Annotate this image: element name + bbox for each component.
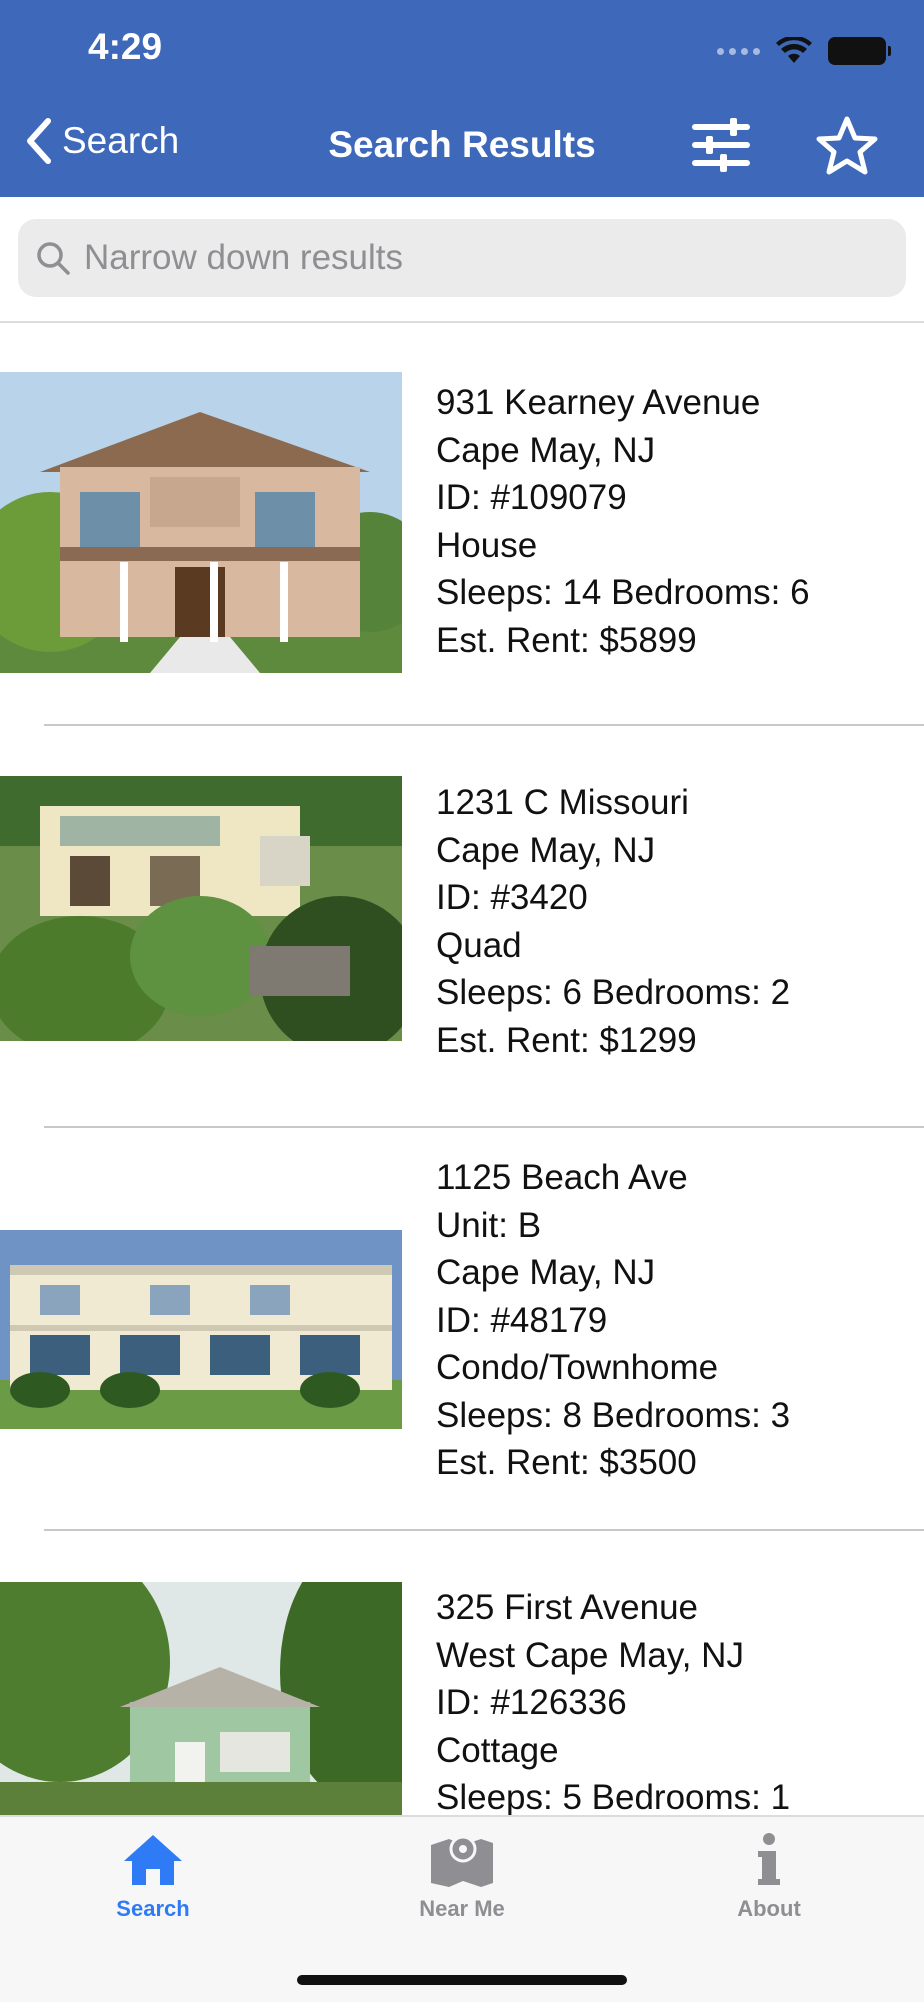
listing-sleeps-bedrooms: Sleeps: 5 Bedrooms: 1 (436, 1778, 791, 1815)
back-button-label: Search (62, 120, 180, 161)
search-icon (37, 242, 70, 275)
property-photo (0, 776, 402, 1041)
tab-search-label: Search (116, 1896, 190, 1921)
tab-about[interactable]: About (669, 1831, 869, 1922)
listing-details: 931 Kearney Avenue Cape May, NJ ID: #109… (436, 379, 810, 664)
tab-bar: Search Near Me About (0, 1815, 924, 2002)
listing-type: Quad (436, 925, 522, 965)
listing-address: 1125 Beach Ave (436, 1158, 688, 1197)
listing-id: ID: #48179 (436, 1300, 608, 1340)
listing-id: ID: #126336 (436, 1683, 627, 1722)
tab-search[interactable]: Search (53, 1831, 253, 1922)
navigation-header: 4:29 Search Search Results (0, 0, 924, 197)
listing-address: 325 First Avenue (436, 1588, 699, 1627)
tab-near-me[interactable]: Near Me (362, 1831, 562, 1922)
status-time: 4:29 (88, 26, 163, 67)
info-icon (758, 1833, 780, 1885)
listing-address: 931 Kearney Avenue (436, 383, 761, 422)
status-icons (717, 34, 891, 68)
list-item[interactable]: 1231 C Missouri Cape May, NJ ID: #3420 Q… (0, 726, 924, 1128)
listing-sleeps-bedrooms: Sleeps: 6 Bedrooms: 2 (436, 973, 791, 1012)
list-item[interactable]: 325 First Avenue West Cape May, NJ ID: #… (0, 1531, 924, 1815)
listing-type: Condo/Townhome (436, 1348, 719, 1387)
battery-icon (828, 37, 891, 65)
listing-details: 325 First Avenue West Cape May, NJ ID: #… (436, 1584, 790, 1815)
chevron-left-icon (27, 118, 51, 164)
listing-rent: Est. Rent: $3500 (436, 1443, 697, 1482)
listing-details: 1125 Beach Ave Unit: B Cape May, NJ ID: … (436, 1154, 790, 1487)
listing-rent: Est. Rent: $5899 (436, 620, 697, 660)
home-indicator (297, 1975, 627, 1985)
listing-city: Cape May, NJ (436, 1253, 656, 1292)
wifi-icon (776, 37, 812, 63)
listing-id: ID: #3420 (436, 878, 588, 917)
property-photo (0, 372, 402, 673)
star-icon (816, 116, 878, 175)
results-list[interactable]: 931 Kearney Avenue Cape May, NJ ID: #109… (0, 323, 924, 1815)
listing-city: West Cape May, NJ (436, 1635, 744, 1675)
search-input[interactable] (82, 237, 866, 279)
listing-type: House (436, 525, 538, 565)
listing-city: Cape May, NJ (436, 430, 656, 470)
tab-near-me-label: Near Me (419, 1896, 505, 1921)
listing-type: Cottage (436, 1730, 559, 1770)
page-title: Search Results (328, 124, 596, 165)
sliders-icon (692, 118, 750, 172)
signal-icon (717, 47, 760, 55)
listing-unit: Unit: B (436, 1205, 542, 1245)
home-icon (124, 1835, 182, 1885)
listing-city: Cape May, NJ (436, 830, 656, 870)
search-field[interactable] (18, 219, 906, 297)
map-pin-icon (431, 1835, 493, 1887)
back-button[interactable]: Search (26, 118, 179, 164)
listing-sleeps-bedrooms: Sleeps: 14 Bedrooms: 6 (436, 573, 810, 612)
filter-button[interactable] (690, 118, 752, 172)
favorites-button[interactable] (815, 115, 879, 177)
list-item[interactable]: 1125 Beach Ave Unit: B Cape May, NJ ID: … (0, 1128, 924, 1530)
property-photo (0, 1582, 402, 1815)
search-bar-container (0, 197, 924, 323)
list-item[interactable]: 931 Kearney Avenue Cape May, NJ ID: #109… (0, 323, 924, 726)
listing-id: ID: #109079 (436, 478, 627, 517)
listing-rent: Est. Rent: $1299 (436, 1020, 697, 1060)
tab-about-label: About (737, 1896, 801, 1921)
listing-sleeps-bedrooms: Sleeps: 8 Bedrooms: 3 (436, 1395, 791, 1435)
listing-details: 1231 C Missouri Cape May, NJ ID: #3420 Q… (436, 779, 790, 1064)
property-photo (0, 1230, 402, 1429)
listing-address: 1231 C Missouri (436, 783, 689, 822)
